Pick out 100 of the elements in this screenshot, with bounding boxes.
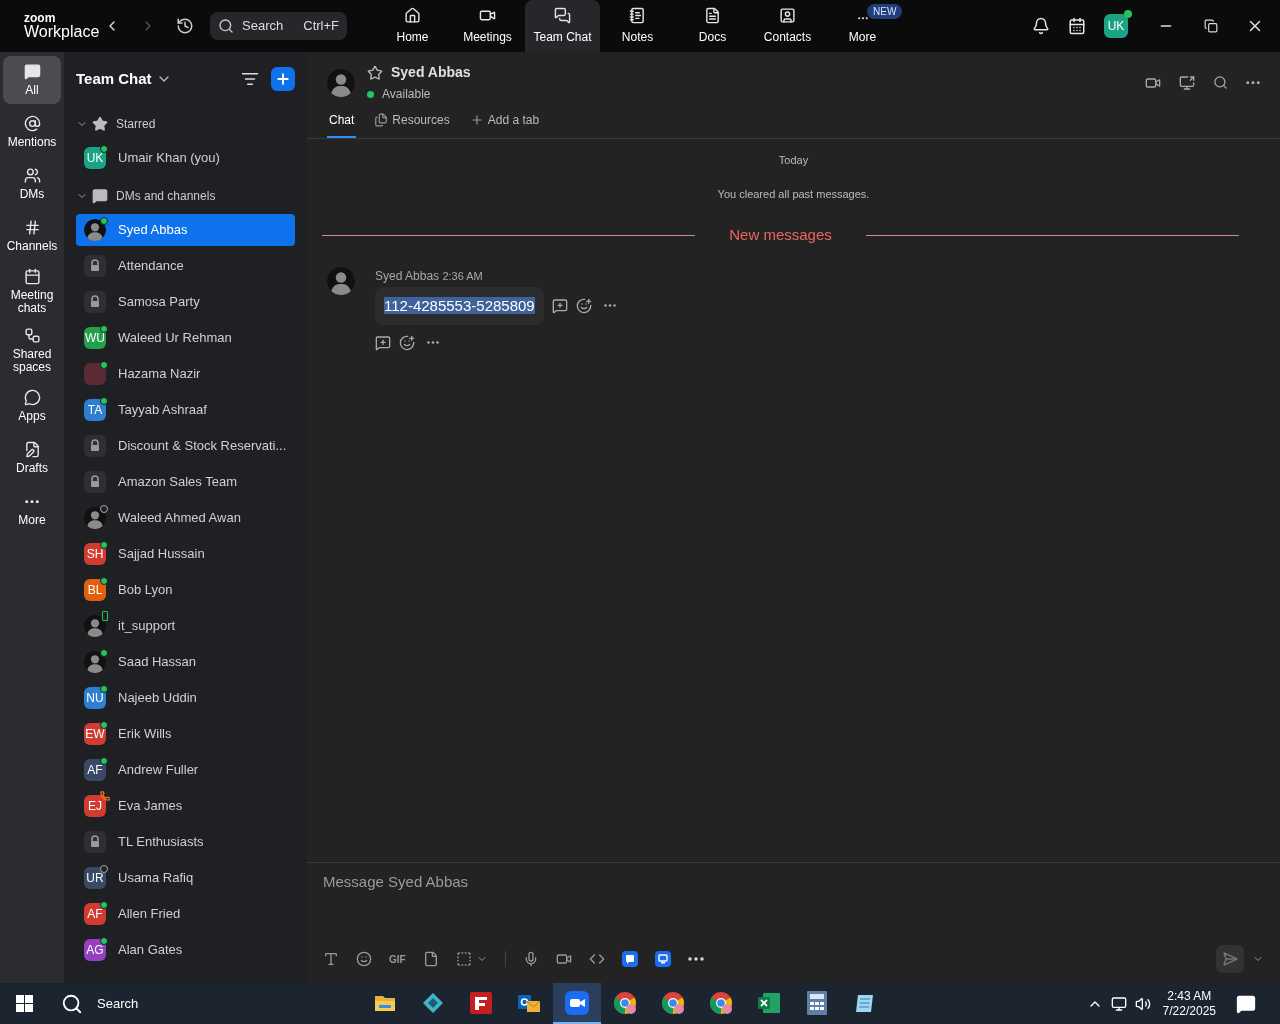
chat-tab[interactable]: Resources bbox=[372, 103, 452, 138]
file-icon[interactable] bbox=[422, 951, 439, 967]
restore-icon[interactable] bbox=[1204, 19, 1218, 33]
browser-icon[interactable] bbox=[661, 990, 686, 1015]
chat-list-item[interactable]: AF Andrew Fuller bbox=[76, 754, 295, 786]
chat-tab[interactable]: Chat bbox=[327, 103, 357, 138]
search-icon[interactable] bbox=[1213, 75, 1228, 90]
search-field[interactable]: Search Ctrl+F bbox=[210, 12, 347, 40]
notebook-icon bbox=[629, 6, 646, 24]
chat-list-item[interactable]: AF Allen Fried bbox=[76, 898, 295, 930]
rail-item[interactable]: More bbox=[3, 486, 61, 534]
rail-item[interactable]: Apps bbox=[3, 382, 61, 430]
browser-icon[interactable] bbox=[613, 990, 638, 1015]
nav-tab[interactable]: NEW More bbox=[825, 0, 900, 52]
chat-list-item[interactable]: UK Umair Khan (you) bbox=[76, 142, 295, 174]
send-button[interactable] bbox=[1216, 945, 1244, 973]
chat-bubble-icon bbox=[92, 188, 108, 204]
chat-list-item[interactable]: Hazama Nazir bbox=[76, 358, 295, 390]
document-icon bbox=[704, 6, 721, 24]
rail-item[interactable]: All bbox=[3, 56, 61, 104]
chat-list-item[interactable]: Attendance bbox=[76, 250, 295, 282]
lock-icon bbox=[84, 831, 106, 853]
chat-list-item[interactable]: BL Bob Lyon bbox=[76, 574, 295, 606]
chat-list-item[interactable]: WU Waleed Ur Rehman bbox=[76, 322, 295, 354]
rail-item[interactable]: Meeting chats bbox=[3, 264, 61, 319]
share-screen-icon[interactable] bbox=[1179, 74, 1195, 91]
video-app-icon[interactable] bbox=[565, 990, 590, 1015]
more-icon[interactable] bbox=[857, 17, 868, 20]
calculator-icon[interactable] bbox=[807, 990, 828, 1015]
chat-list-item[interactable]: it_support bbox=[76, 610, 295, 642]
chat-list-item[interactable]: SH Sajjad Hussain bbox=[76, 538, 295, 570]
more-icon[interactable] bbox=[603, 304, 616, 307]
chat-list-item[interactable]: Amazon Sales Team bbox=[76, 466, 295, 498]
more-icon[interactable] bbox=[427, 341, 439, 344]
chat-list-item[interactable]: AG Alan Gates bbox=[76, 934, 295, 966]
more-icon[interactable] bbox=[1246, 80, 1260, 85]
add-reaction-icon[interactable] bbox=[575, 297, 592, 314]
section-header[interactable]: DMs and channels bbox=[76, 178, 295, 214]
more-icon[interactable] bbox=[25, 499, 39, 504]
message-field[interactable]: Message Syed Abbas bbox=[323, 871, 1264, 893]
avatar: EW bbox=[84, 723, 106, 745]
gif-button[interactable]: GIF bbox=[389, 951, 406, 967]
nav-tab[interactable]: Notes bbox=[600, 0, 675, 52]
windows-start-icon[interactable] bbox=[16, 995, 33, 1012]
text-format-icon[interactable] bbox=[323, 951, 339, 967]
rail-item[interactable]: Drafts bbox=[3, 434, 61, 482]
star-icon bbox=[92, 116, 108, 132]
volume-icon[interactable] bbox=[1134, 995, 1151, 1012]
chat-list-item[interactable]: UR Usama Rafiq bbox=[76, 862, 295, 894]
taskbar-search[interactable]: Search bbox=[61, 992, 139, 1015]
chat-list-item[interactable]: TA Tayyab Ashraaf bbox=[76, 394, 295, 426]
chat-list-item[interactable]: Syed Abbas bbox=[76, 214, 295, 246]
new-chat-button[interactable] bbox=[271, 67, 295, 91]
ftp-app-icon[interactable] bbox=[470, 991, 493, 1014]
more-icon[interactable] bbox=[687, 957, 704, 961]
rail-item[interactable]: Mentions bbox=[3, 108, 61, 156]
spreadsheet-icon[interactable] bbox=[757, 991, 782, 1014]
chat-list-item[interactable]: NU Najeeb Uddin bbox=[76, 682, 295, 714]
reply-icon[interactable] bbox=[375, 334, 391, 351]
nav-tab[interactable]: Meetings bbox=[450, 0, 525, 52]
reply-icon[interactable] bbox=[551, 297, 568, 314]
screen-app-icon[interactable] bbox=[654, 951, 671, 967]
notifications-icon[interactable] bbox=[1236, 993, 1256, 1014]
rail-item[interactable]: Channels bbox=[3, 212, 61, 260]
chat-list-item[interactable]: Samosa Party bbox=[76, 286, 295, 318]
screenshot-icon[interactable] bbox=[455, 951, 472, 967]
section-header[interactable]: Starred bbox=[76, 106, 295, 142]
bell-icon[interactable] bbox=[1032, 17, 1050, 35]
history-icon[interactable] bbox=[176, 17, 194, 35]
network-icon[interactable] bbox=[1110, 995, 1127, 1012]
chat-list-item[interactable]: EW Erik Wills bbox=[76, 718, 295, 750]
star-icon[interactable] bbox=[367, 64, 383, 81]
video-camera-icon[interactable] bbox=[555, 951, 572, 967]
calendar-icon bbox=[23, 268, 41, 285]
chat-list-item[interactable]: Waleed Ahmed Awan bbox=[76, 502, 295, 534]
chat-tab[interactable]: Add a tab bbox=[467, 103, 542, 138]
chat-list-item[interactable]: Saad Hassan bbox=[76, 646, 295, 678]
filter-icon[interactable] bbox=[241, 70, 259, 88]
chat-app-icon[interactable] bbox=[621, 951, 638, 967]
nodes-icon bbox=[23, 327, 41, 344]
chat-list-item[interactable]: EJ Eva James bbox=[76, 790, 295, 822]
nav-tab[interactable]: Team Chat bbox=[525, 0, 600, 52]
diamond-icon[interactable] bbox=[422, 991, 445, 1014]
chat-list-item[interactable]: TL Enthusiasts bbox=[76, 826, 295, 858]
code-icon[interactable] bbox=[588, 951, 605, 967]
calendar-icon[interactable] bbox=[1068, 17, 1086, 35]
home-icon bbox=[404, 6, 421, 24]
rail-item[interactable]: Shared spaces bbox=[3, 323, 61, 378]
nav-tab[interactable]: Contacts bbox=[750, 0, 825, 52]
avatar: UR bbox=[84, 867, 106, 889]
rail-item[interactable]: DMs bbox=[3, 160, 61, 208]
nav-tab[interactable]: Home bbox=[375, 0, 450, 52]
avatar: UK bbox=[84, 147, 106, 169]
chat-list-item[interactable]: Discount & Stock Reservati... bbox=[76, 430, 295, 462]
avatar: WU bbox=[84, 327, 106, 349]
add-reaction-icon[interactable] bbox=[399, 334, 415, 351]
emoji-icon[interactable] bbox=[356, 951, 372, 967]
nav-tab[interactable]: Docs bbox=[675, 0, 750, 52]
browser-icon[interactable] bbox=[709, 990, 734, 1015]
chat-bubble-icon bbox=[23, 389, 41, 406]
